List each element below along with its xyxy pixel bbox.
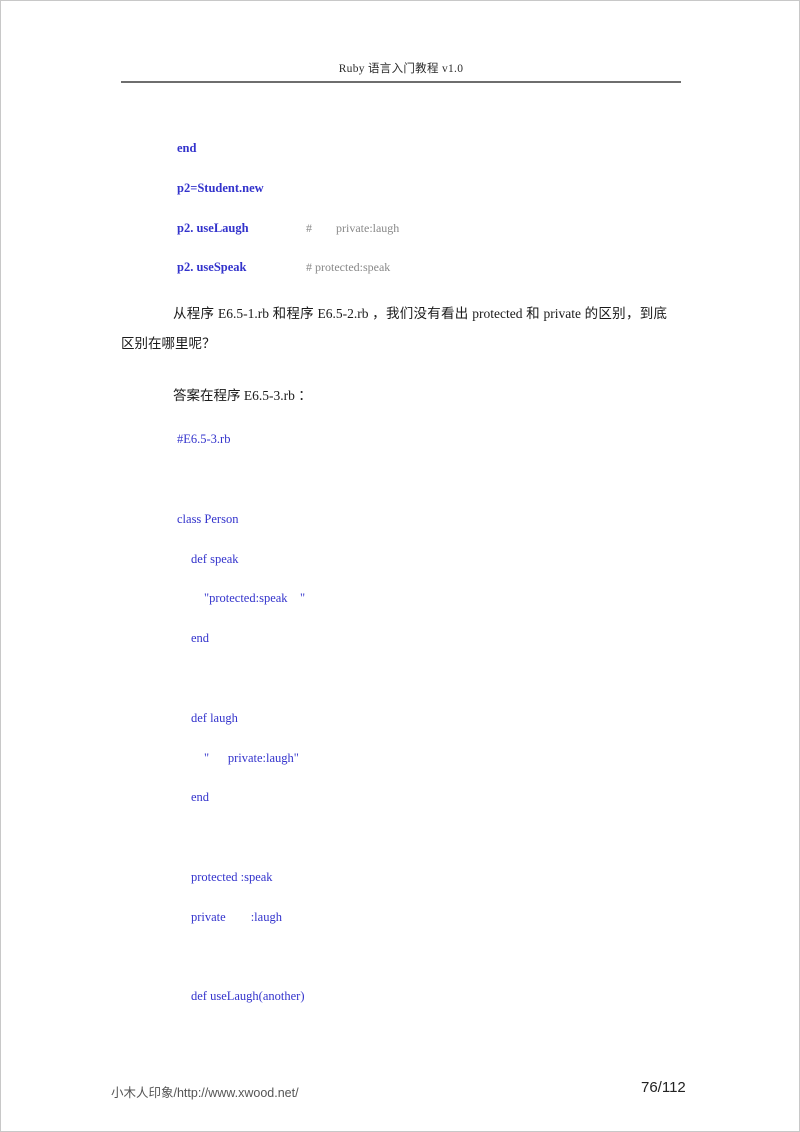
code-line: #E6.5-3.rb (177, 432, 231, 446)
footer-page-number: 76/112 (641, 1079, 686, 1096)
document-page: Ruby 语言入门教程 v1.0 end p2=Student.new p2. us… (0, 0, 800, 1132)
code-line: class Person (177, 512, 239, 526)
code-line: end (191, 631, 210, 645)
footer-site-credit: 小木人印象/http://www.xwood.net/ (111, 1086, 299, 1100)
code-line: p2=Student.new (177, 181, 264, 195)
body-paragraph: 答案在程序 E6.5-3.rb ： (173, 388, 312, 403)
body-paragraph: 从程序 E6.5-1.rb 和程序 E6.5-2.rb ，我们没有看出 prot… (121, 306, 667, 351)
code-line: p2. useSpeak (177, 260, 247, 274)
code-line: def speak (191, 552, 239, 566)
code-line: protected :speak (191, 870, 273, 884)
page-footer: 小木人印象/http://www.xwood.net/ 76/112 (1, 1079, 799, 1109)
code-line: end (191, 790, 210, 804)
code-comment: # protected:speak (306, 260, 391, 274)
code-line: " private:laugh" (204, 751, 299, 765)
header-divider (121, 81, 681, 83)
code-line: def laugh (191, 711, 238, 725)
code-line: end (177, 141, 197, 155)
code-comment: # private:laugh (306, 221, 400, 235)
header-title: Ruby 语言入门教程 v1.0 (338, 63, 464, 75)
code-line: p2. useLaugh (177, 221, 249, 235)
code-line: "protected:speak " (204, 591, 306, 605)
page-header: Ruby 语言入门教程 v1.0 (121, 59, 681, 77)
code-line: private :laugh (191, 910, 282, 924)
code-line: def useLaugh(another) (191, 989, 305, 1003)
